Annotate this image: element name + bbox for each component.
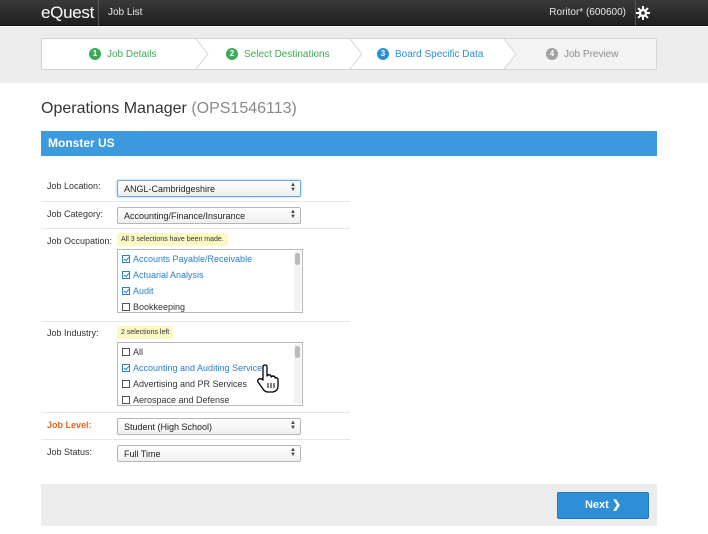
- option-label: Bookkeeping: [133, 302, 186, 312]
- scrollbar[interactable]: [294, 344, 301, 404]
- select-value: Accounting/Finance/Insurance: [124, 211, 246, 221]
- select-value: Full Time: [124, 449, 161, 459]
- checkbox[interactable]: [122, 271, 130, 279]
- job-level-select[interactable]: Student (High School) ▲ ▼: [117, 418, 301, 435]
- step-label: Job Details: [107, 48, 157, 60]
- page-title: Operations Manager (OPS1546113): [41, 100, 297, 118]
- job-code: (OPS1546113): [191, 100, 297, 117]
- wizard-steps: 1 Job Details 2 Select Destinations 3 Bo…: [41, 38, 657, 70]
- list-option[interactable]: Audit: [118, 282, 302, 298]
- chevron-right-icon: [502, 39, 517, 69]
- checkbox[interactable]: [122, 303, 130, 311]
- user-menu[interactable]: Roritor* (600600): [549, 7, 626, 18]
- step-number: 4: [546, 48, 558, 60]
- field-label: Job Status:: [47, 447, 93, 457]
- hand-cursor-icon: [257, 364, 279, 393]
- checkbox[interactable]: [122, 348, 130, 356]
- step-job-preview[interactable]: 4 Job Preview: [546, 39, 618, 69]
- selection-hint: All 3 selections have been made.: [117, 233, 228, 246]
- selection-hint: 2 selections left: [117, 326, 174, 339]
- select-value: Student (High School): [124, 422, 213, 432]
- step-label: Board Specific Data: [395, 48, 484, 60]
- step-board-specific-data[interactable]: 3 Board Specific Data: [377, 39, 483, 69]
- top-navbar: eQuest Job List Roritor* (600600): [0, 0, 708, 26]
- job-occupation-listbox[interactable]: Accounts Payable/Receivable Actuarial An…: [117, 249, 303, 313]
- step-number: 1: [89, 48, 101, 60]
- select-arrows-icon: ▲ ▼: [290, 447, 296, 458]
- job-location-select[interactable]: ANGL-Cambridgeshire ▲ ▼: [117, 180, 301, 197]
- chevron-right-icon: [195, 39, 209, 69]
- field-label: Job Occupation:: [47, 236, 113, 246]
- job-title: Operations Manager: [41, 100, 187, 117]
- list-option[interactable]: Accounts Payable/Receivable: [118, 250, 302, 266]
- option-label: All: [133, 347, 144, 357]
- field-label: Job Industry:: [47, 328, 99, 338]
- option-label: Advertising and PR Services: [133, 379, 248, 389]
- list-option[interactable]: Bookkeeping: [118, 298, 302, 312]
- select-arrows-icon: ▲ ▼: [290, 209, 296, 220]
- job-category-select[interactable]: Accounting/Finance/Insurance ▲ ▼: [117, 207, 301, 224]
- scrollbar[interactable]: [294, 251, 301, 311]
- gear-icon[interactable]: [635, 5, 651, 21]
- next-button[interactable]: Next ❯: [557, 492, 649, 519]
- step-label: Select Destinations: [244, 48, 330, 60]
- divider: [98, 0, 99, 26]
- field-label: Job Location:: [47, 181, 101, 191]
- step-number: 2: [226, 48, 238, 60]
- scrollbar-thumb[interactable]: [295, 253, 300, 265]
- next-label: Next: [584, 499, 609, 511]
- checkbox[interactable]: [122, 364, 130, 372]
- select-arrows-icon: ▲ ▼: [290, 420, 296, 431]
- field-label: Job Category:: [47, 209, 104, 219]
- step-label: Job Preview: [564, 48, 619, 60]
- step-select-destinations[interactable]: 2 Select Destinations: [226, 39, 330, 69]
- list-option[interactable]: Actuarial Analysis: [118, 266, 302, 282]
- select-value: ANGL-Cambridgeshire: [124, 184, 216, 194]
- logo[interactable]: eQuest: [41, 3, 94, 23]
- checkbox[interactable]: [122, 396, 130, 404]
- section-title: Monster US: [48, 136, 115, 150]
- option-label: Actuarial Analysis: [133, 270, 204, 280]
- option-label: Aerospace and Defense: [133, 395, 230, 405]
- field-label-required: Job Level:: [47, 420, 92, 430]
- job-status-select[interactable]: Full Time ▲ ▼: [117, 445, 301, 462]
- checkbox[interactable]: [122, 287, 130, 295]
- scrollbar-thumb[interactable]: [295, 346, 300, 358]
- list-option[interactable]: All: [118, 343, 302, 359]
- option-label: Accounts Payable/Receivable: [133, 254, 253, 264]
- chevron-right-icon: ❯: [611, 499, 622, 511]
- option-label: Audit: [133, 286, 154, 296]
- option-label: Accounting and Auditing Services: [133, 363, 267, 373]
- step-job-details[interactable]: 1 Job Details: [89, 39, 156, 69]
- select-arrows-icon: ▲ ▼: [290, 182, 296, 193]
- job-list-link[interactable]: Job List: [108, 7, 142, 18]
- checkbox[interactable]: [122, 255, 130, 263]
- chevron-right-icon: [349, 39, 363, 69]
- checkbox[interactable]: [122, 380, 130, 388]
- board-section-header: Monster US: [41, 131, 657, 156]
- step-number: 3: [377, 48, 389, 60]
